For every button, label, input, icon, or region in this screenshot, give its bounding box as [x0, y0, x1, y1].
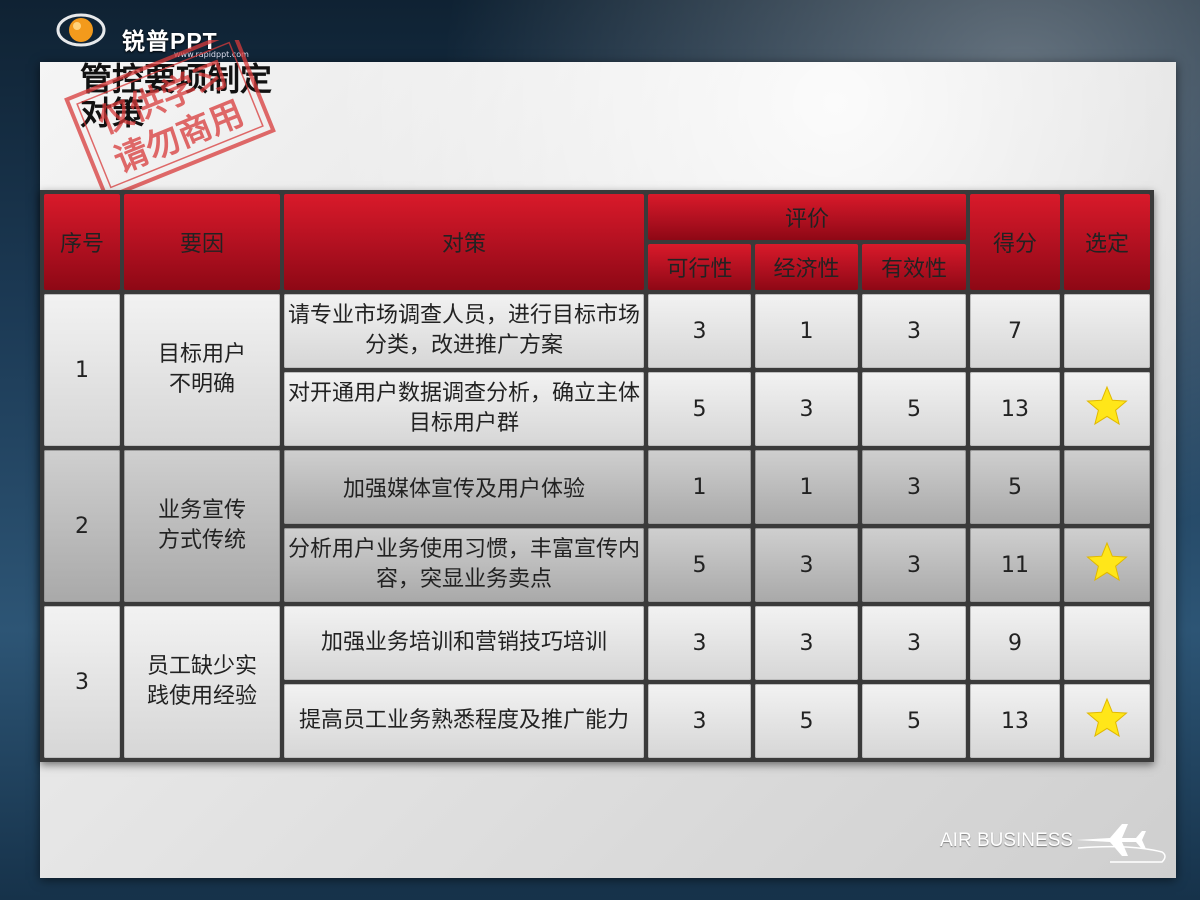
- cell-score: 5: [970, 450, 1061, 524]
- cell-economy: 3: [755, 528, 858, 602]
- cell-index: 3: [44, 606, 120, 758]
- cell-feasibility: 3: [648, 606, 751, 680]
- cell-economy: 3: [755, 372, 858, 446]
- cell-score: 13: [970, 372, 1061, 446]
- cell-effectiveness: 3: [862, 528, 967, 602]
- brand-text: AIR BUSINESS: [940, 830, 1074, 851]
- cell-selected: [1064, 606, 1151, 680]
- cell-feasibility: 3: [648, 684, 751, 758]
- cell-effectiveness: 5: [862, 372, 967, 446]
- cell-measure: 提高员工业务熟悉程度及推广能力: [284, 684, 644, 758]
- header-score: 得分: [970, 194, 1061, 290]
- cell-score: 7: [970, 294, 1061, 368]
- cell-measure: 分析用户业务使用习惯，丰富宣传内容，突显业务卖点: [284, 528, 644, 602]
- cell-measure: 请专业市场调查人员，进行目标市场分类，改进推广方案: [284, 294, 644, 368]
- cell-economy: 5: [755, 684, 858, 758]
- cell-measure: 加强业务培训和营销技巧培训: [284, 606, 644, 680]
- cell-cause: 业务宣传 方式传统: [124, 450, 280, 602]
- header-feasibility: 可行性: [648, 244, 751, 290]
- cell-selected: [1064, 294, 1151, 368]
- cell-feasibility: 5: [648, 372, 751, 446]
- cell-cause: 目标用户 不明确: [124, 294, 280, 446]
- header-selected: 选定: [1064, 194, 1151, 290]
- cell-measure: 对开通用户数据调查分析，确立主体目标用户群: [284, 372, 644, 446]
- cell-score: 13: [970, 684, 1061, 758]
- cell-economy: 3: [755, 606, 858, 680]
- header-cause: 要因: [124, 194, 280, 290]
- header-effectiveness: 有效性: [862, 244, 967, 290]
- cell-score: 11: [970, 528, 1061, 602]
- header-economy: 经济性: [755, 244, 858, 290]
- cell-economy: 1: [755, 450, 858, 524]
- cell-selected: [1064, 528, 1151, 602]
- star-icon: [1086, 697, 1128, 738]
- cell-effectiveness: 3: [862, 294, 967, 368]
- header-evaluation: 评价: [648, 194, 967, 240]
- header-measure: 对策: [284, 194, 644, 290]
- measures-table: 序号 要因 对策 评价 得分 选定 可行性 经济性 有效性 1 目标用户 不明确…: [40, 190, 1155, 762]
- cell-feasibility: 1: [648, 450, 751, 524]
- cell-selected: [1064, 684, 1151, 758]
- cell-score: 9: [970, 606, 1061, 680]
- cell-effectiveness: 5: [862, 684, 967, 758]
- cell-feasibility: 5: [648, 528, 751, 602]
- cell-cause: 员工缺少实 践使用经验: [124, 606, 280, 758]
- cell-effectiveness: 3: [862, 606, 967, 680]
- cell-index: 1: [44, 294, 120, 446]
- airplane-icon: [1076, 824, 1166, 863]
- table-row: 1 目标用户 不明确 请专业市场调查人员，进行目标市场分类，改进推广方案 3 1…: [44, 294, 1151, 446]
- cell-selected: [1064, 372, 1151, 446]
- cell-economy: 1: [755, 294, 858, 368]
- star-icon: [1086, 541, 1128, 582]
- table-row: 3 员工缺少实 践使用经验 加强业务培训和营销技巧培训 3 3 3 9: [44, 606, 1151, 758]
- cell-feasibility: 3: [648, 294, 751, 368]
- cell-measure: 加强媒体宣传及用户体验: [284, 450, 644, 524]
- cell-index: 2: [44, 450, 120, 602]
- cell-selected: [1064, 450, 1151, 524]
- star-icon: [1086, 385, 1128, 426]
- header-index: 序号: [44, 194, 120, 290]
- stamp-watermark: 仅供学习 请勿商用: [64, 40, 276, 190]
- table-row: 2 业务宣传 方式传统 加强媒体宣传及用户体验 1 1 3 5: [44, 450, 1151, 602]
- cell-effectiveness: 3: [862, 450, 967, 524]
